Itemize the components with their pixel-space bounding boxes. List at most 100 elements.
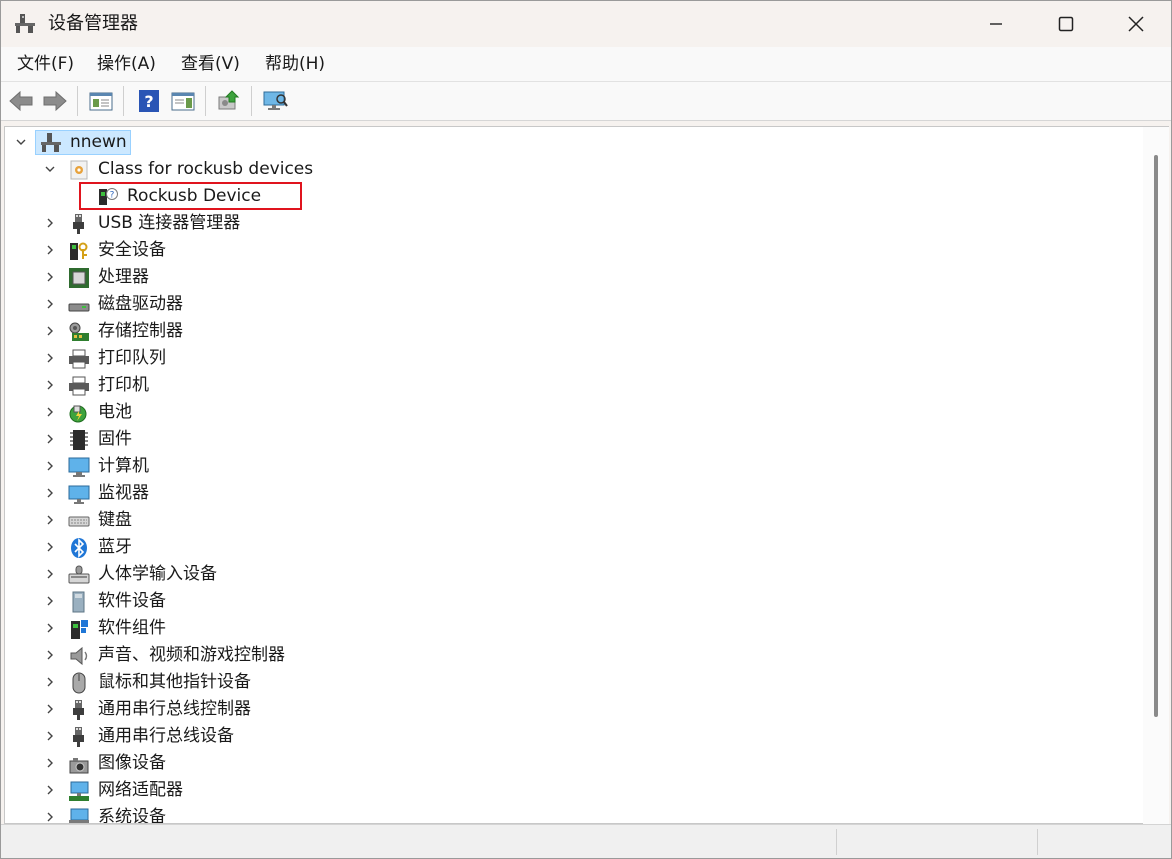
maximize-button[interactable] — [1031, 1, 1101, 47]
expand-toggle[interactable] — [42, 403, 58, 421]
tree-category-row[interactable]: 声音、视频和游戏控制器 — [5, 642, 1105, 669]
menu-view[interactable]: 查看(V) — [181, 53, 240, 75]
expand-toggle[interactable] — [42, 484, 58, 502]
chevron-right-icon — [47, 542, 53, 552]
expand-toggle[interactable] — [42, 592, 58, 610]
expand-toggle[interactable] — [42, 700, 58, 718]
expand-toggle[interactable] — [42, 457, 58, 475]
expand-toggle[interactable] — [42, 646, 58, 664]
tree-category-row[interactable]: USB 连接器管理器 — [5, 210, 1105, 237]
scrollbar-thumb[interactable] — [1154, 155, 1158, 717]
expand-toggle[interactable] — [42, 754, 58, 772]
tree-category-row[interactable]: 系统设备 — [5, 804, 1105, 823]
tree-category-row[interactable]: 图像设备 — [5, 750, 1105, 777]
expand-toggle[interactable] — [42, 322, 58, 340]
expand-toggle[interactable] — [42, 349, 58, 367]
tree-root-label: nnewn — [70, 132, 127, 152]
forward-button[interactable] — [41, 88, 69, 114]
tree-category-row[interactable]: 电池 — [5, 399, 1105, 426]
expand-toggle[interactable] — [42, 241, 58, 259]
tree-category-row[interactable]: 软件组件 — [5, 615, 1105, 642]
vertical-scrollbar[interactable] — [1143, 126, 1169, 825]
expand-toggle[interactable] — [42, 565, 58, 583]
status-bar — [1, 824, 1171, 858]
menu-file[interactable]: 文件(F) — [17, 53, 74, 75]
chevron-right-icon — [47, 353, 53, 363]
tree-category-row[interactable]: 蓝牙 — [5, 534, 1105, 561]
expand-toggle[interactable] — [42, 538, 58, 556]
svg-text:?: ? — [144, 92, 153, 111]
expand-toggle[interactable] — [42, 808, 58, 823]
tree-category-row[interactable]: 软件设备 — [5, 588, 1105, 615]
usb-controller-icon — [73, 700, 84, 720]
tree-category-row[interactable]: 网络适配器 — [5, 777, 1105, 804]
expand-toggle[interactable] — [42, 781, 58, 799]
expand-toggle[interactable] — [42, 160, 58, 178]
device-class-icon — [70, 160, 88, 180]
tree-category-label: 网络适配器 — [98, 780, 183, 800]
computer-network-icon — [41, 133, 61, 152]
menu-action[interactable]: 操作(A) — [97, 53, 156, 75]
tree-category-row[interactable]: 计算机 — [5, 453, 1105, 480]
expand-toggle[interactable] — [42, 214, 58, 232]
tree-category-row[interactable]: 打印队列 — [5, 345, 1105, 372]
tree-category-row[interactable]: 存储控制器 — [5, 318, 1105, 345]
tree-category-row[interactable]: 通用串行总线控制器 — [5, 696, 1105, 723]
security-device-icon — [70, 242, 88, 260]
expand-toggle[interactable] — [42, 727, 58, 745]
action-pane-button[interactable] — [169, 88, 197, 114]
tree-category-row[interactable]: 处理器 — [5, 264, 1105, 291]
tree-category-label: 软件组件 — [98, 618, 166, 638]
chevron-right-icon — [47, 812, 53, 822]
device-tree[interactable]: nnewn Class for rockusb devices ? Rockus… — [4, 126, 1145, 824]
tree-category-label: 鼠标和其他指针设备 — [98, 672, 251, 692]
help-button[interactable]: ? — [135, 88, 163, 114]
tree-category-row[interactable]: 磁盘驱动器 — [5, 291, 1105, 318]
tree-category-label: 存储控制器 — [98, 321, 183, 341]
tree-category-row[interactable]: 鼠标和其他指针设备 — [5, 669, 1105, 696]
forward-arrow-icon — [43, 90, 67, 112]
minimize-button[interactable] — [961, 1, 1031, 47]
chevron-down-icon — [45, 166, 55, 172]
expand-toggle[interactable] — [42, 430, 58, 448]
device-manager-icon — [15, 14, 35, 33]
expand-toggle[interactable] — [13, 133, 29, 151]
scan-hardware-button[interactable] — [261, 88, 289, 114]
tree-category-label: 处理器 — [98, 267, 149, 287]
tree-category-label: Class for rockusb devices — [98, 159, 314, 179]
close-button[interactable] — [1101, 1, 1171, 47]
expand-toggle[interactable] — [42, 619, 58, 637]
tree-category-row[interactable]: 监视器 — [5, 480, 1105, 507]
chevron-right-icon — [47, 758, 53, 768]
chevron-right-icon — [47, 569, 53, 579]
tree-category-row[interactable]: 键盘 — [5, 507, 1105, 534]
tree-category-label: 固件 — [98, 429, 132, 449]
software-device-icon — [72, 591, 85, 613]
tree-category-row[interactable]: 安全设备 — [5, 237, 1105, 264]
storage-controller-icon — [69, 322, 89, 341]
tree-category-row[interactable]: Class for rockusb devices — [5, 156, 1105, 183]
menu-help[interactable]: 帮助(H) — [265, 53, 325, 75]
tree-category-row[interactable]: 固件 — [5, 426, 1105, 453]
processor-icon — [69, 268, 89, 288]
show-hide-console-tree-button[interactable] — [87, 88, 115, 114]
title-bar[interactable]: 设备管理器 — [1, 1, 1171, 47]
scan-hardware-icon — [263, 91, 288, 110]
status-cell — [1037, 829, 1171, 855]
tree-category-row[interactable]: 人体学输入设备 — [5, 561, 1105, 588]
tree-category-row[interactable]: 通用串行总线设备 — [5, 723, 1105, 750]
help-icon: ? — [139, 90, 159, 112]
highlight-box — [79, 182, 302, 210]
expand-toggle[interactable] — [42, 268, 58, 286]
expand-toggle[interactable] — [42, 511, 58, 529]
tree-category-label: 计算机 — [98, 456, 149, 476]
toolbar-separator — [251, 86, 252, 116]
chevron-right-icon — [47, 623, 53, 633]
tree-category-row[interactable]: 打印机 — [5, 372, 1105, 399]
back-button[interactable] — [7, 88, 35, 114]
tree-root-row[interactable]: nnewn — [5, 129, 1105, 156]
update-driver-button[interactable] — [215, 88, 243, 114]
expand-toggle[interactable] — [42, 376, 58, 394]
expand-toggle[interactable] — [42, 673, 58, 691]
expand-toggle[interactable] — [42, 295, 58, 313]
